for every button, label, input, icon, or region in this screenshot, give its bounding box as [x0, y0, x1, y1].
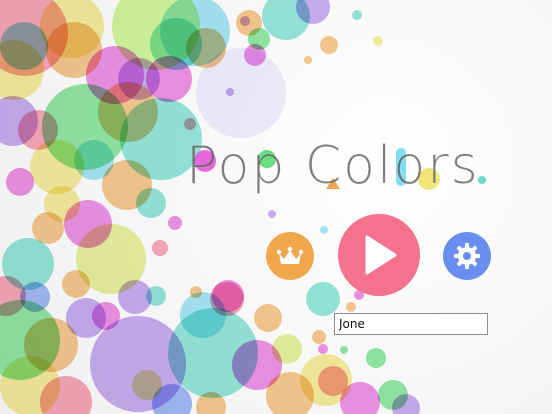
bubble	[306, 282, 340, 316]
bubble	[184, 118, 196, 130]
bubble	[190, 286, 202, 298]
bubble	[226, 88, 234, 96]
title-text: Pop Colors	[186, 136, 480, 196]
bubble	[312, 330, 326, 344]
bubble	[318, 344, 328, 354]
bubble	[136, 188, 166, 218]
bubble	[346, 302, 356, 312]
settings-button[interactable]	[443, 232, 491, 280]
bubble	[240, 16, 250, 26]
bubble	[146, 286, 166, 306]
game-screen: Pop Colors	[0, 0, 552, 414]
bubble	[212, 280, 244, 312]
bubble	[196, 392, 226, 414]
bubble	[373, 36, 383, 46]
bubble	[340, 382, 380, 414]
crown-icon	[276, 246, 304, 264]
bubble	[320, 36, 338, 54]
play-button[interactable]	[338, 214, 420, 296]
leaderboard-button[interactable]	[266, 232, 314, 280]
bubble	[340, 346, 348, 354]
bubble	[62, 270, 90, 298]
bubble	[272, 334, 302, 364]
bubble	[320, 226, 328, 234]
game-title: Pop Colors	[186, 138, 496, 210]
play-icon	[365, 235, 397, 275]
bubble	[6, 168, 34, 196]
bubble	[392, 394, 420, 414]
bubble	[268, 210, 276, 218]
bubble	[40, 376, 92, 414]
bubble	[254, 304, 282, 332]
bubble	[196, 48, 286, 138]
bubble	[0, 22, 48, 70]
bubble	[366, 348, 386, 368]
bubble	[168, 216, 182, 230]
bubble	[152, 240, 168, 256]
bubble	[304, 56, 312, 64]
player-name-input[interactable]	[334, 313, 488, 335]
bubble	[352, 10, 362, 20]
gear-icon	[454, 243, 480, 269]
